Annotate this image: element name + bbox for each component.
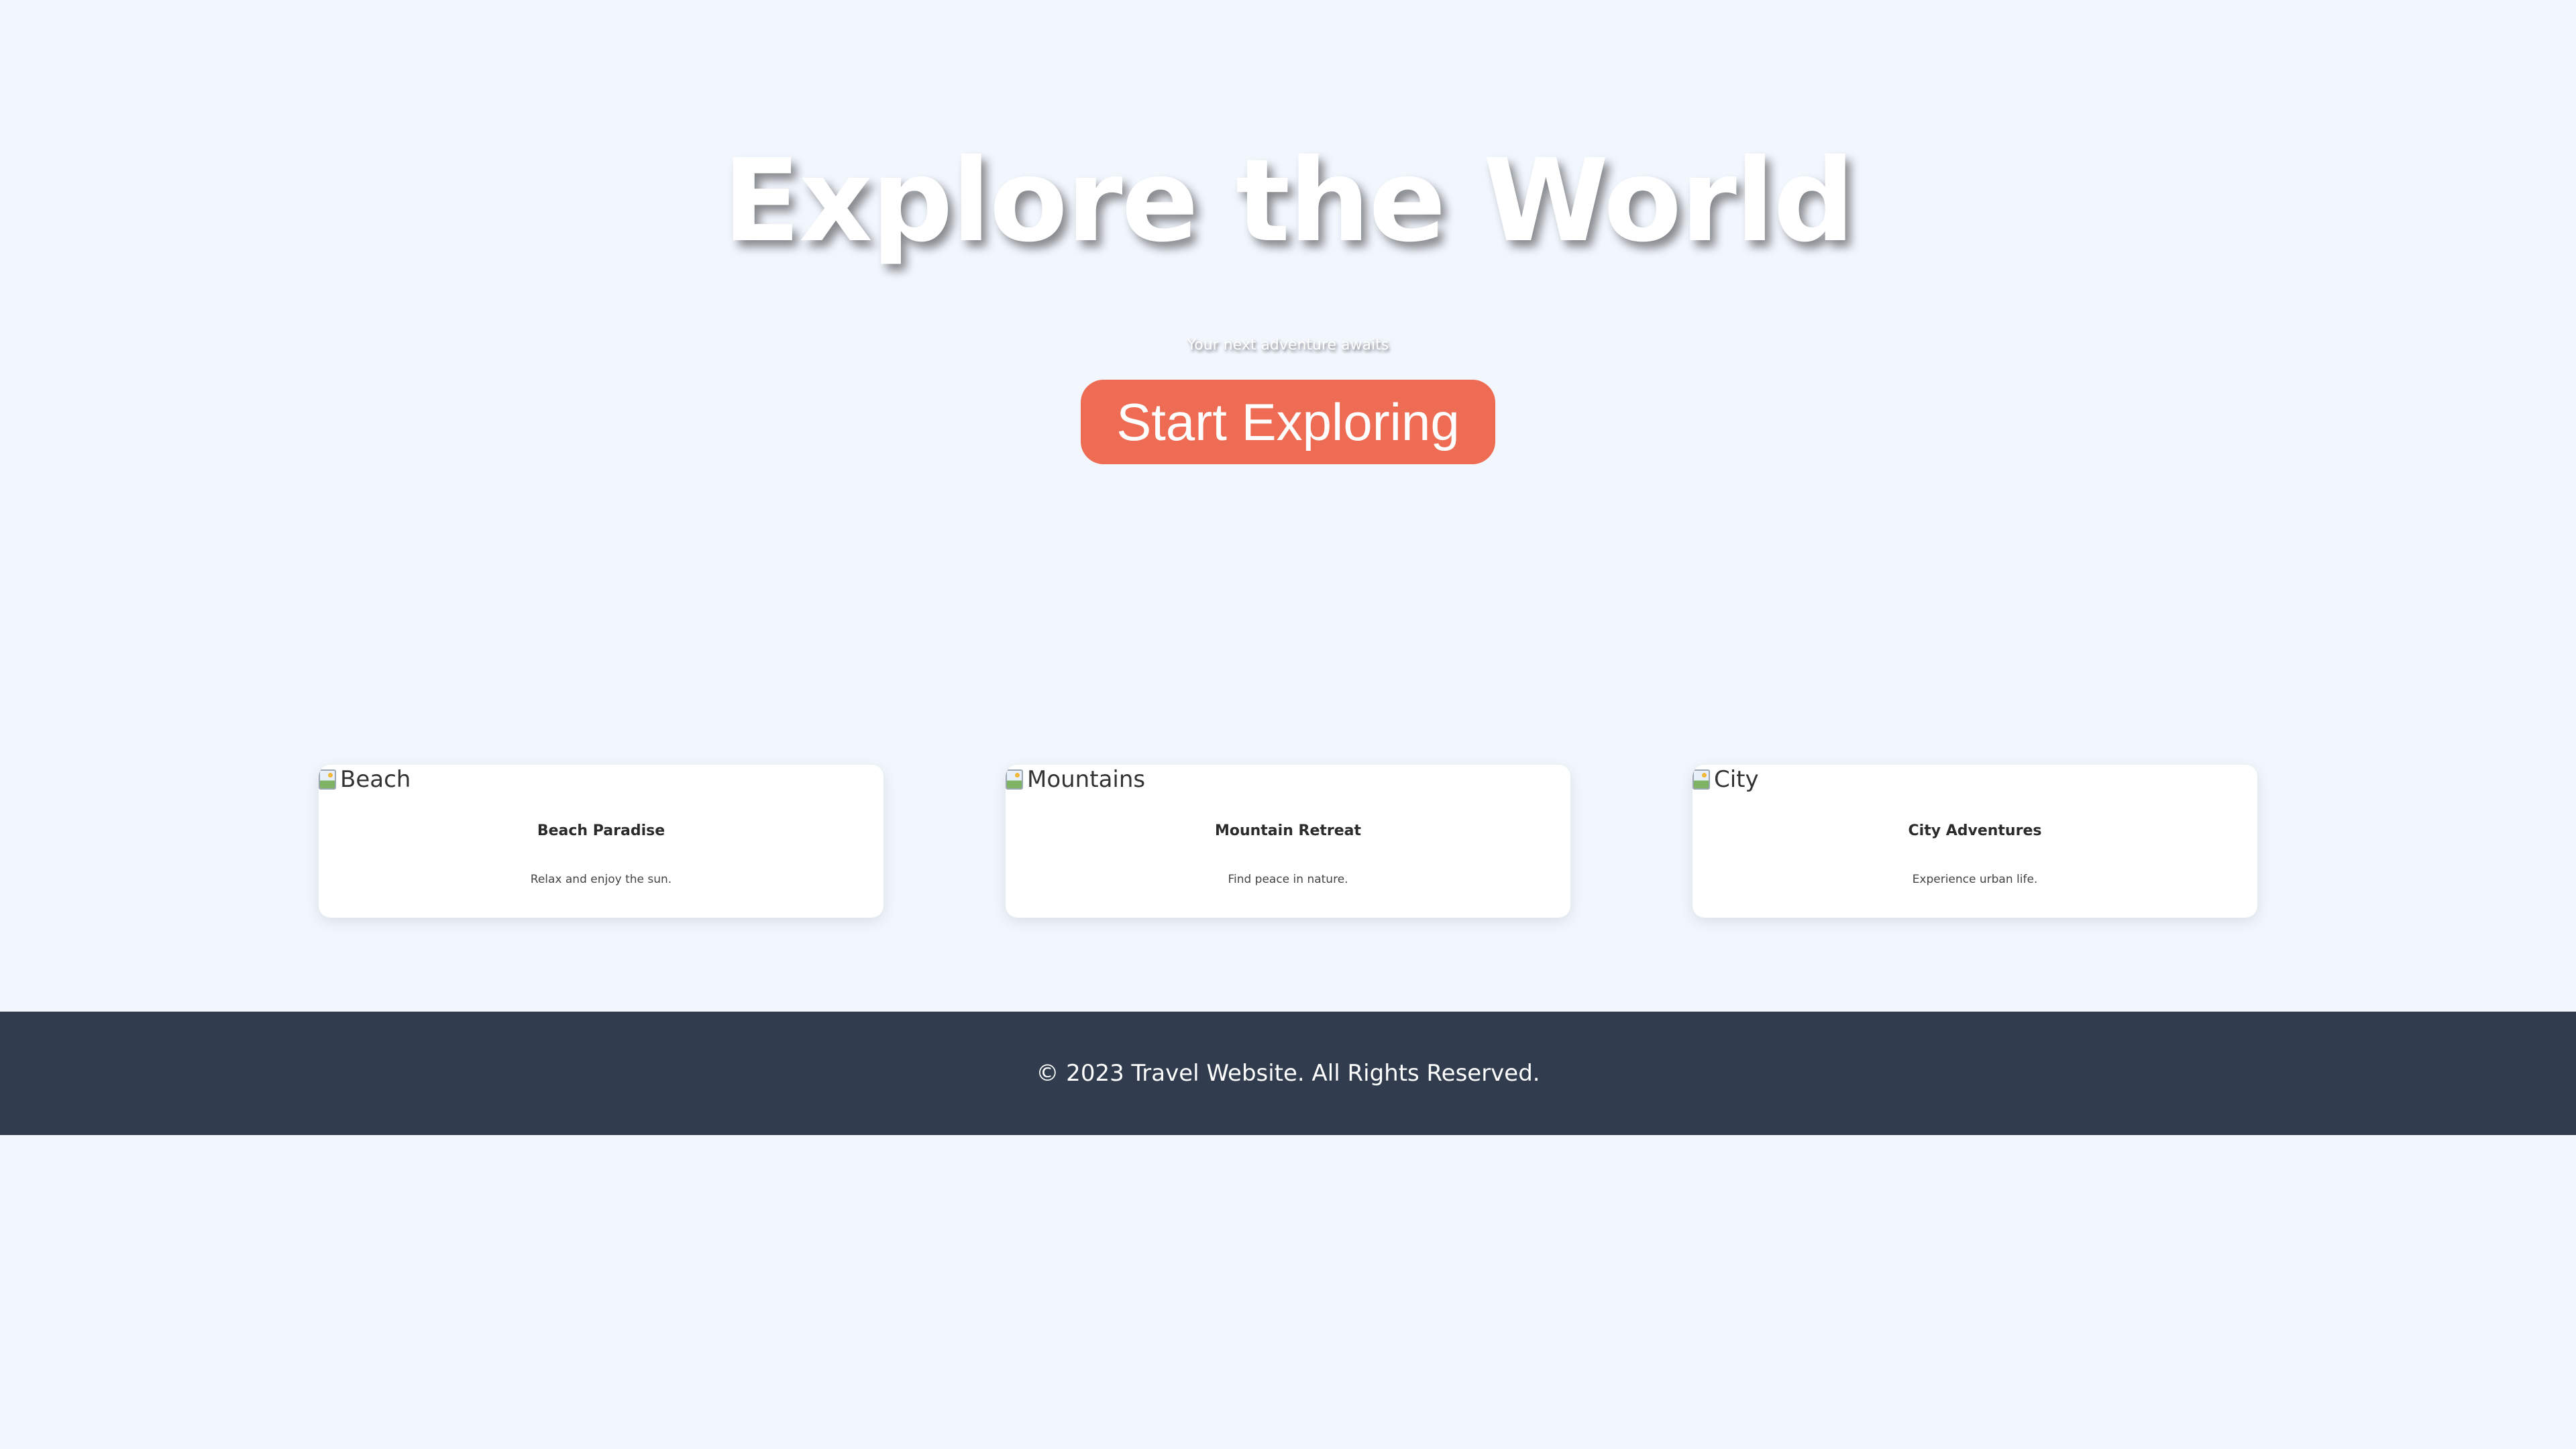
broken-image-icon — [319, 769, 336, 790]
card-title: Mountain Retreat — [1214, 822, 1362, 839]
destination-cards: Beach Beach Paradise Relax and enjoy the… — [0, 765, 2576, 919]
card-description: Find peace in nature. — [1228, 873, 1348, 886]
card-image-beach: Beach — [319, 765, 411, 794]
card-image-city: City — [1693, 765, 1759, 794]
card-image-alt: Beach — [340, 766, 411, 793]
card-image-alt: City — [1714, 766, 1759, 793]
broken-image-icon — [1006, 769, 1023, 790]
footer-copyright: © 2023 Travel Website. All Rights Reserv… — [1036, 1060, 1540, 1087]
card-title: Beach Paradise — [537, 822, 665, 839]
card-description: Relax and enjoy the sun. — [530, 873, 672, 886]
hero-title: Explore the World — [722, 135, 1855, 268]
page: Explore the World Your next adventure aw… — [0, 0, 2576, 1449]
hero-subtitle: Your next adventure awaits — [1187, 337, 1389, 354]
card-image-alt: Mountains — [1027, 766, 1146, 793]
site-footer: © 2023 Travel Website. All Rights Reserv… — [0, 1012, 2576, 1135]
card-mountains[interactable]: Mountains Mountain Retreat Find peace in… — [1006, 765, 1570, 918]
start-exploring-button[interactable]: Start Exploring — [1081, 380, 1495, 464]
hero-section: Explore the World Your next adventure aw… — [0, 0, 2576, 671]
card-description: Experience urban life. — [1912, 873, 2038, 886]
card-image-mountains: Mountains — [1006, 765, 1145, 794]
card-city[interactable]: City City Adventures Experience urban li… — [1693, 765, 2257, 918]
card-beach[interactable]: Beach Beach Paradise Relax and enjoy the… — [319, 765, 883, 918]
card-title: City Adventures — [1908, 822, 2042, 839]
broken-image-icon — [1693, 769, 1710, 790]
